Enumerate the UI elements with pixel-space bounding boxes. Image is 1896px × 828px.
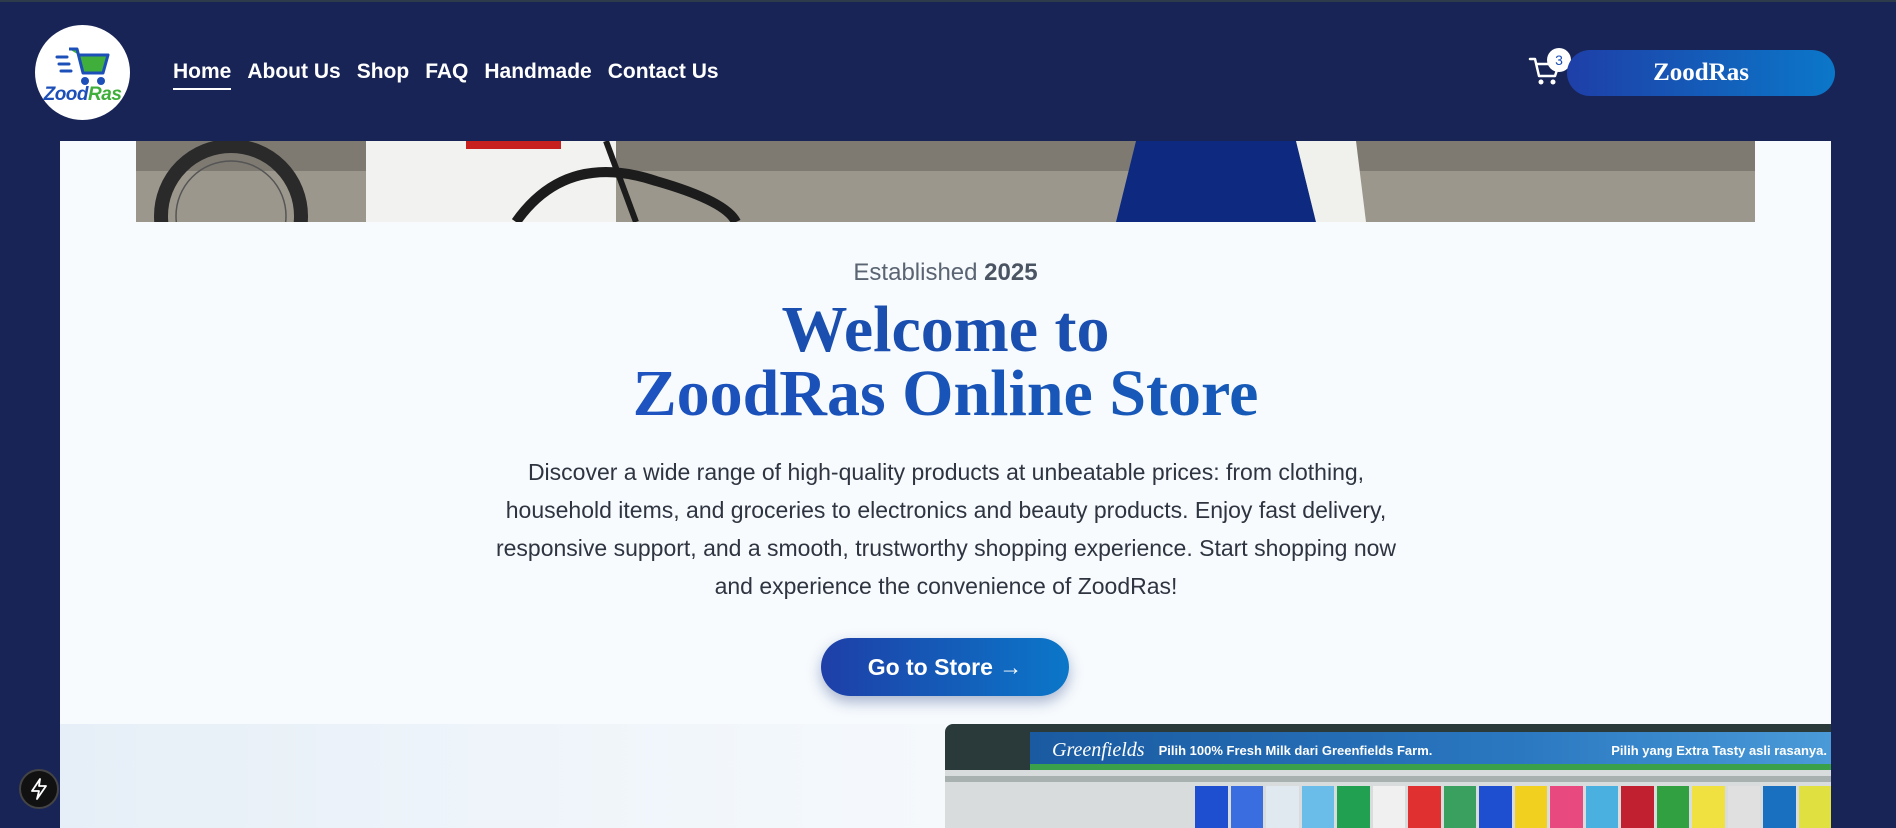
established-line: Established 2025 [60, 259, 1831, 287]
shelf-products [1195, 786, 1831, 828]
go-to-store-button[interactable]: Go to Store → [821, 638, 1069, 696]
title-line-1: Welcome to [781, 293, 1110, 366]
logo-text-part2: Ras [88, 83, 122, 105]
nav-faq[interactable]: FAQ [425, 60, 468, 90]
main-content: Established 2025 Welcome to ZoodRas Onli… [60, 141, 1831, 828]
brand-button[interactable]: ZoodRas [1567, 50, 1835, 96]
shelf-brand: Greenfields [1052, 738, 1145, 761]
nav-about-us[interactable]: About Us [247, 60, 340, 90]
site-header: ZoodRas Home About Us Shop FAQ Handmade … [0, 2, 1896, 141]
shelf-tagline-2: Pilih yang Extra Tasty asli rasanya. [1611, 742, 1827, 758]
hero-photo-illustration [136, 141, 1755, 222]
nav-shop[interactable]: Shop [357, 60, 410, 90]
established-year: 2025 [984, 259, 1038, 286]
shelf-banner: Greenfields Pilih 100% Fresh Milk dari G… [1030, 732, 1831, 768]
logo-text-part1: Zood [43, 83, 89, 105]
page-title: Welcome to ZoodRas Online Store [60, 293, 1831, 427]
main-nav: Home About Us Shop FAQ Handmade Contact … [173, 60, 735, 90]
nav-contact-us[interactable]: Contact Us [608, 60, 719, 90]
title-line-2: ZoodRas Online Store [60, 361, 1831, 427]
lightning-icon-button[interactable] [19, 769, 59, 809]
nav-handmade[interactable]: Handmade [484, 60, 591, 90]
shelf-tagline: Pilih 100% Fresh Milk dari Greenfields F… [1158, 742, 1433, 758]
established-label: Established [853, 259, 978, 286]
lightning-icon [31, 778, 47, 800]
nav-home[interactable]: Home [173, 60, 232, 90]
shopping-cart-logo-icon [55, 47, 109, 85]
hero-photo [136, 141, 1755, 222]
hero-description: Discover a wide range of high-quality pr… [495, 459, 1397, 599]
supermarket-shelf-photo: Greenfields Pilih 100% Fresh Milk dari G… [945, 724, 1831, 828]
shelf-bar [945, 776, 1831, 782]
site-logo[interactable]: ZoodRas [35, 25, 130, 120]
logo-wordmark: ZoodRas [43, 83, 122, 105]
bottom-left-panel [60, 724, 945, 828]
